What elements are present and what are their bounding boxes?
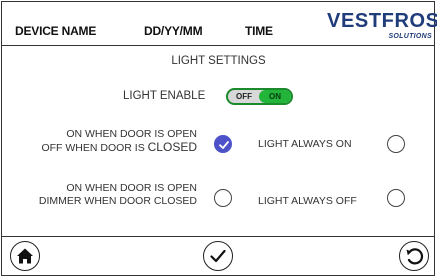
header-divider: [1, 45, 435, 46]
footer-divider: [1, 236, 435, 237]
option-always-on-label: LIGHT ALWAYS ON: [258, 138, 352, 150]
light-enable-toggle[interactable]: OFF ON: [226, 88, 293, 105]
back-button[interactable]: [399, 241, 429, 271]
light-enable-label: LIGHT ENABLE: [123, 90, 206, 102]
checkmark-icon: [210, 249, 226, 263]
header-bar: DEVICE NAME DD/YY/MM TIME VESTFROST SOLU…: [2, 2, 437, 46]
home-button[interactable]: [10, 241, 40, 271]
back-arrow-icon: [406, 248, 424, 265]
time-display: TIME: [245, 24, 273, 38]
device-name: DEVICE NAME: [15, 24, 97, 38]
option-door-line2: OFF WHEN DOOR IS CLOSED: [41, 140, 197, 155]
toggle-on-label: ON: [259, 90, 291, 103]
date-display: DD/YY/MM: [144, 24, 203, 38]
option-dimmer-line1: ON WHEN DOOR IS OPEN: [66, 182, 197, 194]
option-dimmer-radio[interactable]: [214, 189, 232, 207]
option-always-off-radio[interactable]: [387, 189, 405, 207]
logo-wordmark: VESTFROST: [327, 10, 437, 32]
page-title: LIGHT SETTINGS: [171, 55, 266, 67]
option-dimmer-label: ON WHEN DOOR IS OPEN DIMMER WHEN DOOR CL…: [39, 182, 197, 208]
logo-subtitle: SOLUTIONS: [388, 33, 432, 40]
option-dimmer-line2: DIMMER WHEN DOOR CLOSED: [38, 195, 197, 207]
vestfrost-logo: VESTFROST SOLUTIONS: [327, 4, 437, 46]
option-door-label: ON WHEN DOOR IS OPEN OFF WHEN DOOR IS CL…: [41, 128, 197, 155]
home-icon: [17, 248, 33, 264]
confirm-button[interactable]: [203, 241, 233, 271]
option-always-off-label: LIGHT ALWAYS OFF: [258, 195, 357, 207]
checkmark-icon: [219, 141, 229, 149]
option-always-on-radio[interactable]: [387, 135, 405, 153]
toggle-off-label: OFF: [236, 92, 252, 101]
option-door-radio[interactable]: [214, 135, 232, 153]
